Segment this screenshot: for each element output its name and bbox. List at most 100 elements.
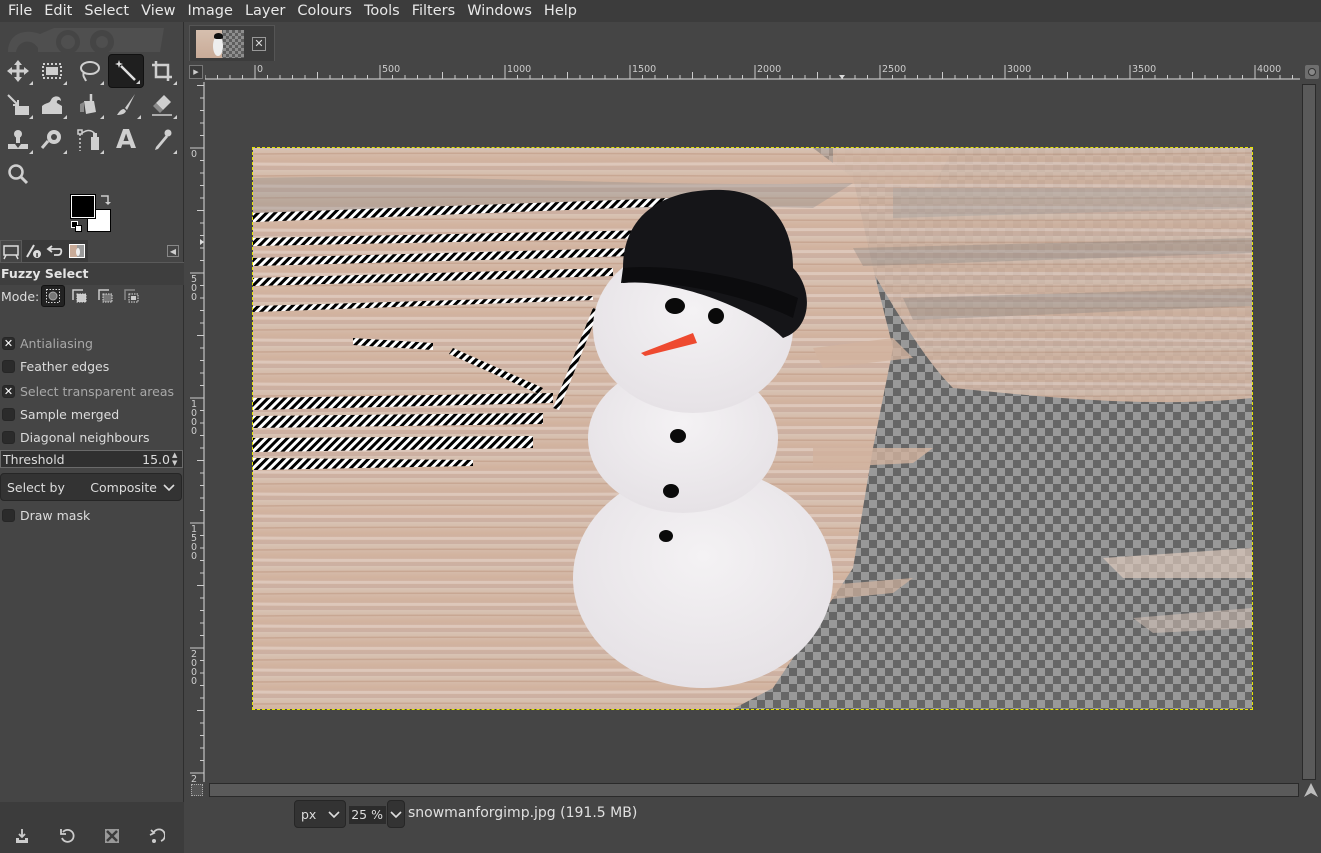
paintbrush-tool-button[interactable] (108, 88, 144, 122)
eraser-tool-button[interactable] (144, 88, 180, 122)
menu-view[interactable]: View (135, 0, 181, 22)
vertical-ruler[interactable]: 0 500 1000 1500 2000 2 (185, 82, 205, 784)
delete-preset-icon (105, 829, 119, 843)
select-transparent-label: Select transparent areas (20, 383, 175, 399)
restore-preset-icon (60, 828, 75, 843)
spin-up-icon[interactable]: ▲ (172, 451, 181, 459)
antialiasing-label: Antialiasing (20, 335, 93, 351)
feather-edges-option[interactable]: Feather edges (0, 356, 184, 376)
text-tool-button[interactable]: A (108, 123, 144, 157)
vruler-label: 0 (191, 149, 198, 160)
vruler-label: 1000 (191, 399, 198, 437)
move-tool-button[interactable] (0, 54, 36, 88)
unified-transform-tool-button[interactable] (0, 88, 36, 122)
menu-layer[interactable]: Layer (239, 0, 291, 22)
warp-transform-tool-button[interactable] (34, 88, 70, 122)
mode-subtract-button[interactable] (93, 285, 117, 307)
easel-icon (3, 244, 19, 259)
color-picker-tool-button[interactable] (144, 123, 180, 157)
mode-add-button[interactable] (67, 285, 91, 307)
hruler-label: 1500 (632, 64, 657, 75)
quick-mask-toggle[interactable] (191, 784, 203, 796)
file-status-label: snowmanforgimp.jpg (191.5 MB) (408, 805, 638, 821)
left-dock: A ◀ Fuzzy Select Mode: ✕ Antialiasing Fe… (0, 22, 184, 853)
delete-preset-button[interactable] (102, 826, 122, 846)
antialiasing-checkbox[interactable]: ✕ (2, 336, 15, 350)
clone-tool-button[interactable] (0, 123, 36, 157)
mode-add-icon (72, 289, 87, 303)
diagonal-neighbours-checkbox[interactable] (2, 430, 15, 444)
paths-tool-button[interactable] (71, 123, 107, 157)
horizontal-scrollbar[interactable] (209, 783, 1299, 797)
foreground-color-swatch[interactable] (70, 194, 96, 219)
fuzzy-select-tool-button[interactable] (108, 54, 144, 88)
navigate-icon[interactable] (1303, 782, 1319, 798)
tab-undo-history[interactable] (44, 240, 66, 262)
image-thumbnail-icon (69, 244, 85, 258)
zoom-dropdown-button[interactable] (387, 800, 405, 828)
draw-mask-checkbox[interactable] (2, 508, 15, 522)
zoom-image-button[interactable] (1305, 65, 1319, 79)
reset-options-button[interactable] (147, 826, 167, 846)
horizontal-ruler[interactable]: 0 500 1000 1500 2000 2500 3000 3500 4000 (205, 62, 1300, 80)
menu-tools[interactable]: Tools (358, 0, 406, 22)
hruler-label: 500 (382, 64, 401, 75)
bucket-fill-tool-button[interactable] (71, 88, 107, 122)
dock-menu-button[interactable]: ◀ (167, 245, 179, 257)
threshold-spin-buttons[interactable]: ▲ ▼ (172, 451, 181, 467)
sample-merged-option[interactable]: Sample merged (0, 404, 184, 424)
close-tab-icon[interactable]: ✕ (252, 36, 266, 51)
rectangle-select-icon (42, 63, 62, 79)
draw-mask-option[interactable]: Draw mask (0, 505, 184, 525)
rectangle-select-tool-button[interactable] (34, 54, 70, 88)
menu-colours[interactable]: Colours (291, 0, 358, 22)
select-transparent-checkbox[interactable]: ✕ (2, 384, 15, 398)
crop-icon (152, 61, 172, 81)
vertical-scrollbar[interactable] (1302, 84, 1316, 780)
menu-windows[interactable]: Windows (461, 0, 538, 22)
menu-select[interactable]: Select (78, 0, 135, 22)
zoom-tool-button[interactable] (0, 157, 36, 191)
select-by-dropdown[interactable]: Select by Composite (0, 473, 182, 501)
ruler-menu-button[interactable]: ▶ (189, 65, 203, 79)
eraser-icon (152, 95, 172, 116)
tab-tool-options[interactable] (0, 240, 22, 262)
hruler-label: 2000 (757, 64, 782, 75)
menu-file[interactable]: File (2, 0, 38, 22)
menu-help[interactable]: Help (538, 0, 583, 22)
menu-edit[interactable]: Edit (38, 0, 78, 22)
image-layer[interactable] (252, 147, 1253, 710)
restore-preset-button[interactable] (57, 826, 77, 846)
swap-colors-icon[interactable] (100, 194, 112, 206)
threshold-value[interactable]: 15.0 (142, 452, 170, 467)
feather-edges-label: Feather edges (20, 358, 110, 374)
smudge-tool-button[interactable] (34, 123, 70, 157)
bucket-fill-icon (80, 94, 96, 114)
tab-device-status[interactable] (22, 240, 44, 262)
select-transparent-option[interactable]: ✕ Select transparent areas (0, 381, 184, 401)
unit-dropdown[interactable]: px (294, 800, 346, 828)
spin-down-icon[interactable]: ▼ (172, 459, 181, 467)
tool-options-panel: Fuzzy Select Mode: ✕ Antialiasing Feathe… (0, 262, 184, 523)
sample-merged-checkbox[interactable] (2, 407, 15, 421)
feather-edges-checkbox[interactable] (2, 359, 15, 373)
chevron-down-icon (163, 484, 175, 492)
menu-filters[interactable]: Filters (406, 0, 461, 22)
save-preset-icon (16, 829, 28, 843)
image-window: ✕ ▶ 0 500 1000 1500 2000 2500 3000 3500 4000 0 50… (185, 22, 1321, 831)
diagonal-neighbours-option[interactable]: Diagonal neighbours (0, 427, 184, 447)
threshold-spinscale[interactable]: Threshold 15.0 ▲ ▼ (0, 450, 183, 468)
mode-intersect-button[interactable] (119, 285, 143, 307)
reset-colors-icon[interactable] (71, 221, 83, 233)
gimp-logo-icon (8, 28, 164, 52)
menu-image[interactable]: Image (182, 0, 239, 22)
crop-tool-button[interactable] (144, 54, 180, 88)
free-select-tool-button[interactable] (71, 54, 107, 88)
antialiasing-option[interactable]: ✕ Antialiasing (0, 333, 184, 353)
save-preset-button[interactable] (12, 826, 32, 846)
tab-images[interactable] (66, 240, 88, 262)
image-tab[interactable]: ✕ (189, 25, 275, 61)
canvas[interactable] (205, 82, 1300, 780)
zoom-input[interactable]: 25 % (349, 806, 386, 824)
mode-replace-button[interactable] (41, 285, 66, 307)
